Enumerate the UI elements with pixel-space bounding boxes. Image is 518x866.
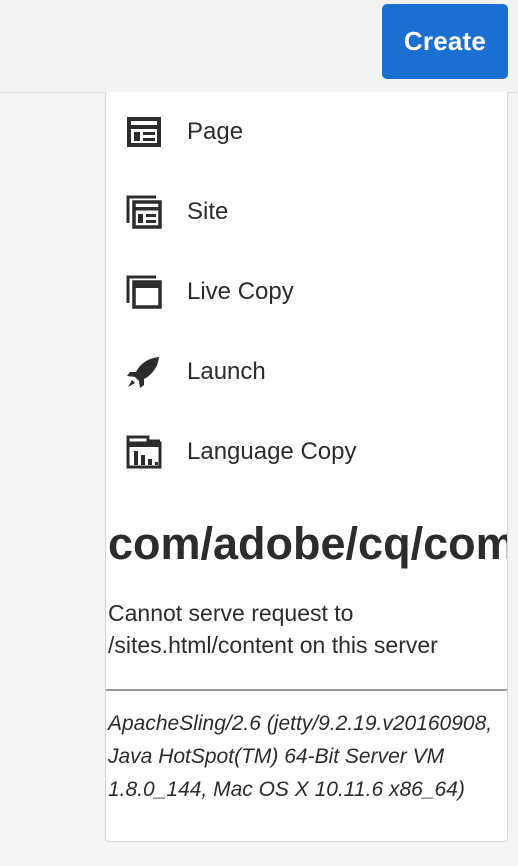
live-copy-icon — [126, 274, 162, 310]
create-button[interactable]: Create — [382, 4, 508, 79]
menu-item-live-copy[interactable]: Live Copy — [106, 252, 507, 332]
menu-item-page[interactable]: Page — [106, 92, 507, 172]
menu-item-site[interactable]: Site — [106, 172, 507, 252]
menu-item-launch[interactable]: Launch — [106, 332, 507, 412]
menu-item-label: Live Copy — [187, 278, 294, 305]
menu-item-label: Language Copy — [187, 438, 357, 465]
site-icon — [126, 194, 162, 230]
language-copy-icon — [126, 434, 162, 470]
error-title: com/adobe/cq/com — [108, 518, 508, 569]
menu-item-label: Launch — [187, 358, 266, 385]
top-bar: Create — [0, 0, 518, 93]
menu-item-language-copy[interactable]: Language Copy — [106, 412, 507, 492]
server-info: ApacheSling/2.6 (jetty/9.2.19.v20160908,… — [108, 712, 493, 801]
menu-item-label: Page — [187, 118, 244, 145]
error-message: Cannot serve request to /sites.html/cont… — [108, 600, 438, 658]
page-icon — [126, 114, 162, 150]
menu-item-label: Site — [187, 198, 229, 225]
launch-icon — [126, 354, 162, 390]
divider — [106, 689, 507, 691]
create-menu: Page Site Live Copy Launch Language Copy — [106, 92, 507, 492]
create-dropdown-panel: Page Site Live Copy Launch Language Copy… — [105, 92, 508, 842]
